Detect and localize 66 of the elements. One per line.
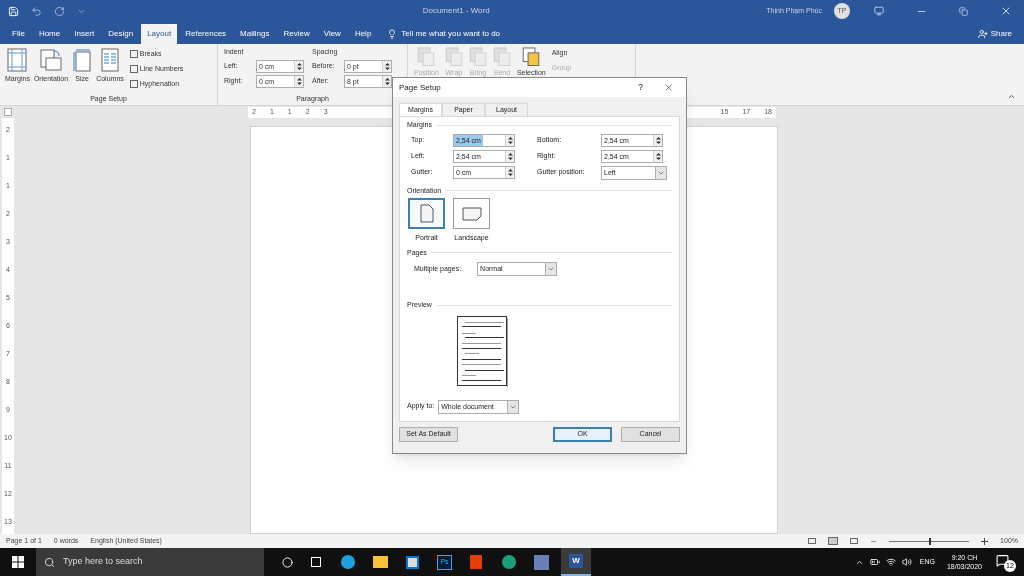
browser-icon[interactable]	[502, 555, 516, 569]
ribbon-tab[interactable]: Design	[102, 24, 140, 44]
restore-icon[interactable]	[959, 6, 968, 16]
portrait-page-icon	[419, 204, 434, 223]
spinner-arrows-icon[interactable]	[382, 75, 391, 87]
spinner-arrows-icon[interactable]	[653, 150, 662, 162]
ribbon-display-icon[interactable]	[874, 6, 884, 16]
zoom-in-icon[interactable]	[981, 537, 989, 545]
read-mode-icon[interactable]	[808, 538, 817, 544]
ribbon-tab[interactable]: Mailings	[234, 24, 276, 44]
spinner-arrows-icon[interactable]	[653, 134, 662, 146]
share-button[interactable]: Share	[977, 24, 1012, 44]
collapse-ribbon-icon[interactable]	[1007, 92, 1016, 101]
arrange-icon	[468, 47, 487, 67]
undo-icon[interactable]	[31, 5, 42, 17]
margins-icon	[6, 48, 29, 72]
chevron-down-icon	[547, 265, 556, 273]
page-size-icon	[72, 48, 93, 72]
taskbar-search-field[interactable]: Type here to search	[36, 548, 264, 576]
close-icon[interactable]	[1000, 5, 1012, 17]
web-layout-icon[interactable]	[850, 538, 859, 544]
battery-icon[interactable]	[869, 557, 880, 567]
arrange-icon	[417, 47, 436, 67]
lightbulb-icon	[387, 29, 398, 39]
arrange-icon	[492, 47, 511, 67]
ribbon-tab[interactable]: Home	[32, 24, 67, 44]
orientation-option[interactable]	[408, 198, 445, 229]
ribbon-tab[interactable]: File	[6, 24, 31, 44]
share-icon	[977, 29, 988, 39]
arrange-icon	[522, 47, 541, 67]
landscape-page-icon	[461, 206, 482, 221]
orientation-option[interactable]	[453, 198, 490, 229]
redo-icon[interactable]	[54, 5, 65, 17]
browser-icon[interactable]	[341, 555, 355, 569]
columns-icon	[99, 48, 120, 72]
task-view-icon[interactable]	[311, 557, 321, 567]
ribbon-tab[interactable]: Layout	[141, 24, 178, 44]
ribbon-tab[interactable]: View	[317, 24, 347, 44]
tell-me-search[interactable]: Tell me what you want to do	[401, 28, 501, 40]
ribbon-tab[interactable]: References	[179, 24, 233, 44]
windows-start-icon[interactable]	[12, 556, 24, 568]
volume-icon[interactable]	[901, 557, 912, 567]
ribbon-tab[interactable]: Insert	[68, 24, 101, 44]
orientation-icon	[39, 48, 64, 72]
page-preview-drawing	[457, 315, 508, 387]
zoom-thumb[interactable]	[929, 537, 932, 545]
wifi-icon[interactable]	[885, 557, 896, 567]
ribbon-tab[interactable]: Help	[348, 24, 378, 44]
cortana-icon[interactable]	[282, 556, 293, 568]
spinner-arrows-icon[interactable]	[382, 60, 391, 72]
word-app[interactable]: W	[561, 548, 591, 576]
spinner-arrows-icon[interactable]	[505, 134, 514, 146]
spinner-arrows-icon[interactable]	[294, 60, 303, 72]
print-layout-icon[interactable]	[828, 537, 839, 545]
help-button[interactable]: ?	[638, 80, 643, 95]
close-icon[interactable]	[663, 82, 674, 93]
spinner-arrows-icon[interactable]	[505, 150, 514, 162]
app-icon[interactable]	[534, 554, 549, 570]
ribbon-tab[interactable]: Review	[277, 24, 316, 44]
search-icon	[44, 556, 55, 568]
window-title: Document1 - Word	[422, 5, 490, 17]
spinner-arrows-icon[interactable]	[294, 75, 303, 87]
arrange-icon	[444, 47, 463, 67]
spinner-arrows-icon[interactable]	[505, 167, 514, 178]
dialog-title: Page Setup	[399, 81, 442, 94]
save-icon[interactable]	[8, 5, 19, 17]
